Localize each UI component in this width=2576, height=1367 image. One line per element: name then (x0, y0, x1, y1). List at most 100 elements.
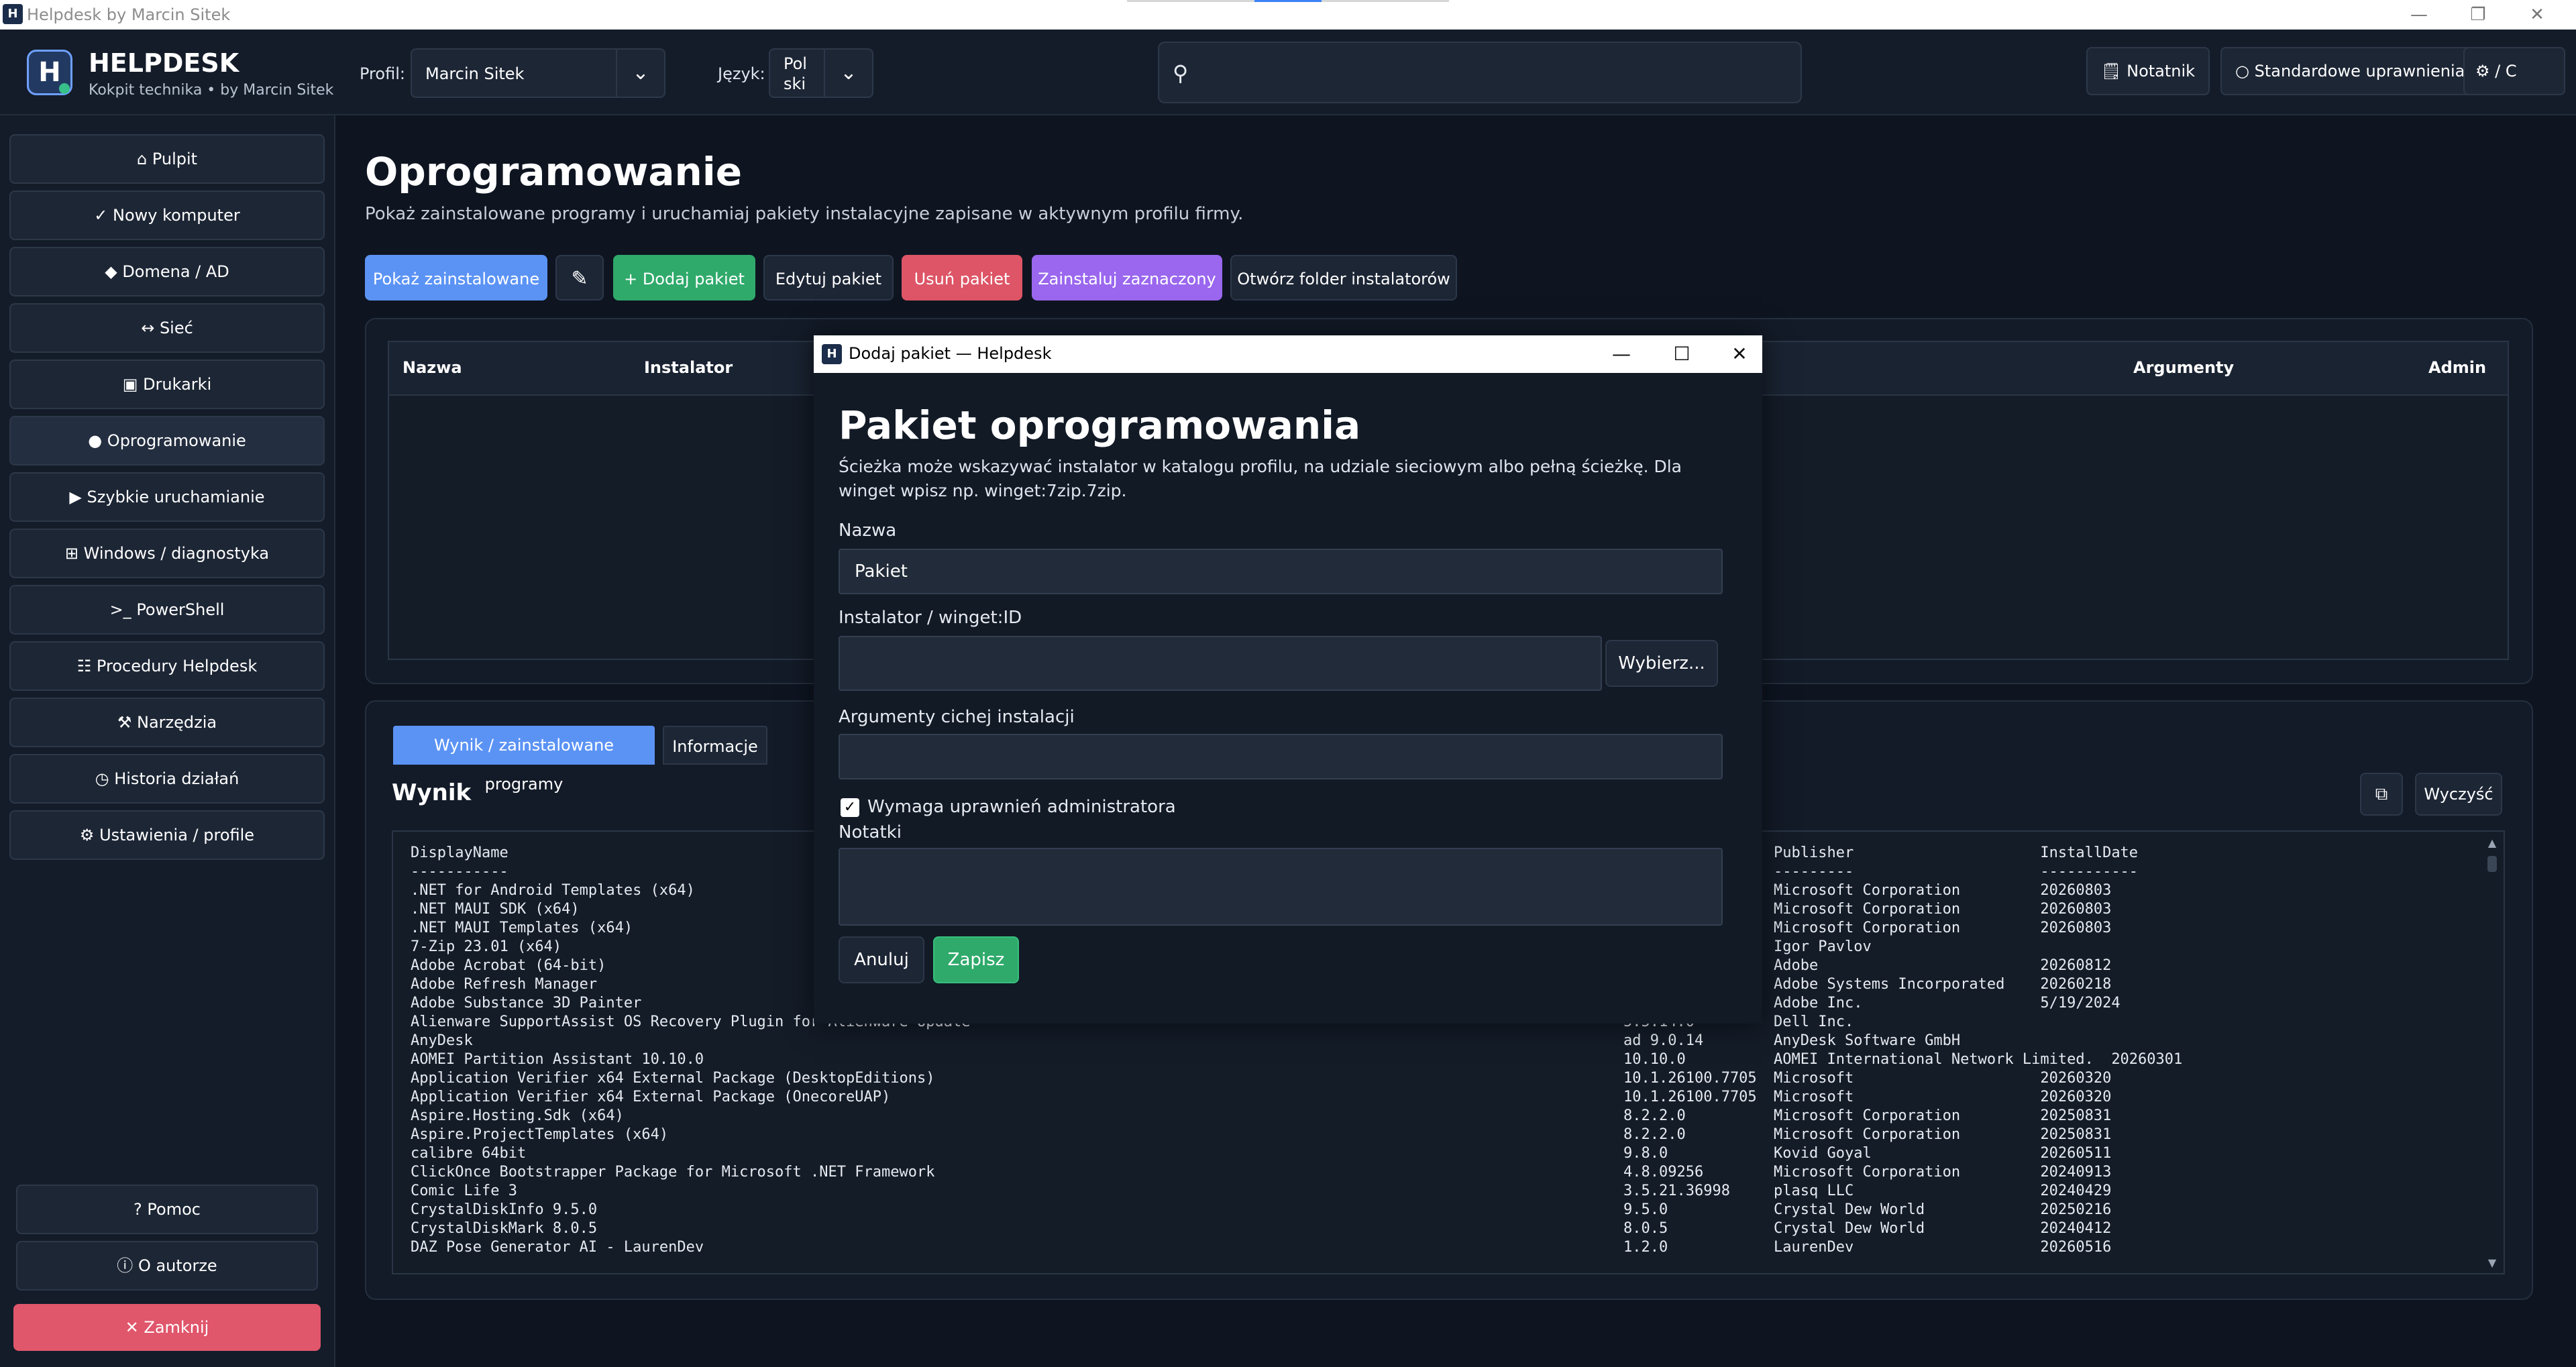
output-publisher-line: Dell Inc. (1774, 1014, 1854, 1030)
add-package-button[interactable]: + Dodaj pakiet (613, 255, 755, 300)
output-publisher-line: Adobe 20260812 (1774, 957, 2112, 974)
sidebar-item-procedures[interactable]: ☷ Procedury Helpdesk (9, 641, 325, 691)
dot-icon: ● (88, 431, 103, 450)
dialog-minimize-button[interactable]: — (1601, 339, 1642, 369)
window-title: Helpdesk by Marcin Sitek (27, 5, 231, 24)
output-publisher-line: Microsoft Corporation 20260803 (1774, 901, 2112, 918)
dialog-maximize-button[interactable]: ☐ (1662, 339, 1702, 369)
scroll-up-icon[interactable]: ▲ (2483, 834, 2501, 852)
admin-checkbox-label: Wymaga uprawnień administratora (867, 797, 1176, 817)
sidebar-item-domain[interactable]: ◆ Domena / AD (9, 247, 325, 296)
result-title: Wynik (392, 779, 472, 806)
output-publisher-line: Adobe Systems Incorporated 20260218 (1774, 976, 2112, 993)
remove-package-button[interactable]: Usuń pakiet (902, 255, 1022, 300)
permissions-button[interactable]: ○ Standardowe uprawnienia (2220, 47, 2480, 95)
notes-textarea[interactable] (839, 848, 1723, 926)
output-publisher-line: Adobe Inc. 5/19/2024 (1774, 995, 2121, 1011)
settings-button[interactable]: ⚙ / C (2463, 47, 2565, 95)
output-publisher-line: Microsoft Corporation 20250831 (1774, 1126, 2112, 1143)
app-logo-icon: H (3, 4, 23, 24)
profile-select[interactable]: Marcin Sitek ⌄ (411, 48, 665, 98)
dialog-title: Dodaj pakiet — Helpdesk (849, 344, 1052, 363)
save-button[interactable]: Zapisz (933, 936, 1019, 983)
logo-status-dot (59, 83, 70, 94)
output-version-line: 10.1.26100.7705 (1623, 1070, 1757, 1087)
sidebar-item-network[interactable]: ↔ Sieć (9, 303, 325, 353)
sidebar-item-powershell[interactable]: >_ PowerShell (9, 585, 325, 635)
scroll-down-icon[interactable]: ▼ (2483, 1254, 2501, 1272)
sidebar-item-new-computer[interactable]: ✓ Nowy komputer (9, 190, 325, 240)
column-name[interactable]: Nazwa (402, 358, 462, 377)
search-box[interactable]: ⚲ (1158, 42, 1802, 103)
show-installed-button[interactable]: Pokaż zainstalowane (365, 255, 547, 300)
copy-icon[interactable]: ⧉ (2360, 773, 2403, 816)
output-name-line: AnyDesk (411, 1032, 473, 1049)
info-icon: ⓘ (117, 1256, 133, 1275)
notepad-icon: 🗒 (2101, 62, 2122, 80)
taskbar-indicator (1127, 0, 1449, 2)
output-publisher-line: Microsoft 20260320 (1774, 1089, 2112, 1105)
dialog-title-bar: H Dodaj pakiet — Helpdesk — ☐ ✕ (814, 335, 1762, 373)
sidebar-item-settings[interactable]: ⚙ Ustawienia / profile (9, 810, 325, 860)
sidebar-item-software[interactable]: ● Oprogramowanie (9, 416, 325, 466)
close-window-button[interactable]: ✕ (2518, 3, 2556, 27)
output-publisher-line: Publisher InstallDate (1774, 844, 2139, 861)
check-icon: ✓ (94, 206, 108, 225)
sidebar-item-windows-diagnostics[interactable]: ⊞ Windows / diagnostyka (9, 529, 325, 578)
scroll-thumb[interactable] (2487, 856, 2497, 872)
output-version-line: 10.10.0 (1623, 1051, 1686, 1068)
sidebar-item-printers[interactable]: ▣ Drukarki (9, 360, 325, 409)
output-name-line: CrystalDiskInfo 9.5.0 (411, 1201, 598, 1218)
column-arguments[interactable]: Argumenty (2133, 358, 2234, 377)
brand-name: HELPDESK (89, 48, 239, 78)
clear-button[interactable]: Wyczyść (2415, 773, 2502, 816)
minimize-button[interactable]: — (2400, 3, 2438, 27)
gear-icon: ⚙ (79, 826, 95, 844)
output-name-line: AOMEI Partition Assistant 10.10.0 (411, 1051, 704, 1068)
output-publisher-line: AOMEI International Network Limited. 202… (1774, 1051, 2183, 1068)
language-select[interactable]: Pol ski ⌄ (769, 48, 873, 98)
admin-checkbox[interactable]: ✓ (841, 798, 859, 817)
silent-args-label: Argumenty cichej instalacji (839, 707, 1075, 727)
add-package-dialog: H Dodaj pakiet — Helpdesk — ☐ ✕ Pakiet o… (814, 335, 1762, 1024)
install-selected-button[interactable]: Zainstaluj zaznaczony (1032, 255, 1222, 300)
output-version-line: 1.2.0 (1623, 1239, 1668, 1256)
browse-button[interactable]: Wybierz... (1605, 640, 1718, 687)
open-installers-folder-button[interactable]: Otwórz folder instalatorów (1230, 255, 1457, 300)
tab-result[interactable]: Wynik / zainstalowane programy (393, 726, 655, 794)
chevron-down-icon[interactable]: ⌄ (824, 50, 872, 97)
sidebar-item-pulpit[interactable]: ⌂ Pulpit (9, 134, 325, 184)
sidebar-item-history[interactable]: ◷ Historia działań (9, 754, 325, 804)
output-scrollbar[interactable]: ▲ ▼ (2483, 834, 2501, 1272)
column-admin[interactable]: Admin (2428, 358, 2486, 377)
output-name-line: DAZ Pose Generator AI - LaurenDev (411, 1239, 704, 1256)
output-version-line: ad 9.0.14 (1623, 1032, 1704, 1049)
maximize-button[interactable]: ❐ (2459, 3, 2497, 27)
output-publisher-line: Igor Pavlov (1774, 938, 1872, 955)
help-button[interactable]: ? Pomoc (16, 1185, 318, 1234)
close-app-button[interactable]: ✕ Zamknij (13, 1304, 321, 1351)
output-publisher-line: Microsoft Corporation 20250831 (1774, 1107, 2112, 1124)
brush-icon[interactable]: ✎ (555, 255, 604, 300)
tab-info[interactable]: Informacje (663, 726, 767, 765)
output-name-line: calibre 64bit (411, 1145, 527, 1162)
cancel-button[interactable]: Anuluj (839, 936, 924, 983)
close-icon: ✕ (125, 1318, 139, 1337)
notepad-button[interactable]: 🗒 Notatnik (2086, 47, 2210, 95)
about-button[interactable]: ⓘ O autorze (16, 1241, 318, 1291)
installer-input[interactable] (839, 636, 1602, 691)
dialog-close-button[interactable]: ✕ (1719, 339, 1760, 369)
column-installer[interactable]: Instalator (644, 358, 733, 377)
chevron-down-icon[interactable]: ⌄ (616, 50, 664, 97)
profile-value: Marcin Sitek (425, 64, 525, 83)
sidebar-item-quick-launch[interactable]: ▶ Szybkie uruchamianie (9, 472, 325, 522)
output-name-line: CrystalDiskMark 8.0.5 (411, 1220, 598, 1237)
name-input[interactable] (839, 549, 1723, 594)
edit-package-button[interactable]: Edytuj pakiet (763, 255, 894, 300)
sidebar-item-tools[interactable]: ⚒ Narzędzia (9, 698, 325, 747)
output-publisher-line: Microsoft Corporation 20240913 (1774, 1164, 2112, 1181)
silent-args-input[interactable] (839, 734, 1723, 779)
search-input[interactable] (1206, 52, 1790, 93)
tools-icon: ⚒ (117, 713, 132, 732)
home-icon: ⌂ (136, 150, 148, 168)
